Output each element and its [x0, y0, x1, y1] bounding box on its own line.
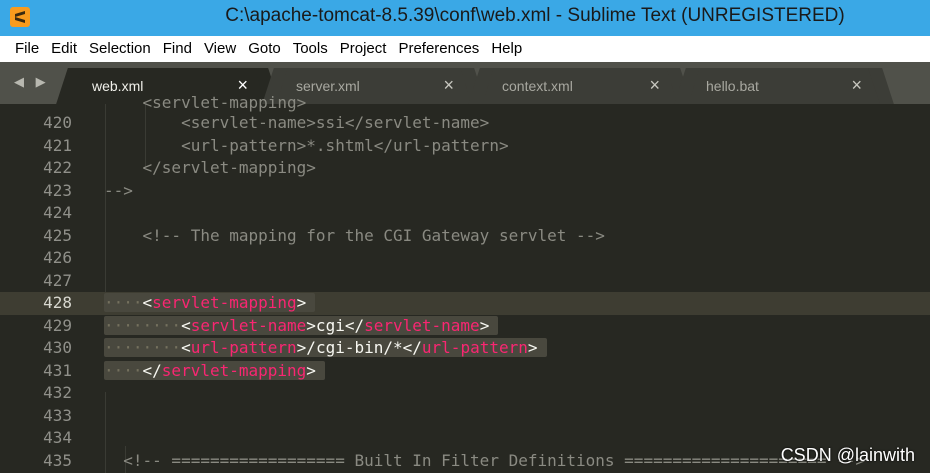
punct: < — [181, 315, 191, 335]
line-number: 423 — [43, 180, 72, 200]
code-text: ····</servlet-mapping> — [104, 360, 325, 383]
code-line: 422 </servlet-mapping> — [0, 157, 930, 180]
line-number: 433 — [43, 405, 72, 425]
menu-find[interactable]: Find — [157, 36, 198, 62]
menu-selection[interactable]: Selection — [83, 36, 157, 62]
line-number: 420 — [43, 113, 72, 132]
code-line: 430 ········<url-pattern>/cgi-bin/*</url… — [0, 337, 930, 360]
selection: ········<url-pattern>/cgi-bin/*</url-pat… — [104, 338, 547, 357]
code-line: 423 --> — [0, 180, 930, 203]
punct: > — [296, 293, 307, 312]
code-line-current: 428 ····<servlet-mapping> — [0, 292, 930, 315]
code-line: 426 — [0, 247, 930, 270]
line-number: 431 — [43, 360, 72, 380]
whitespace-dots: ···· — [104, 293, 143, 312]
watermark: CSDN @lainwith — [780, 445, 915, 465]
code-line: 431 ····</servlet-mapping> — [0, 360, 930, 383]
menu-edit[interactable]: Edit — [45, 36, 83, 62]
line-number: 435 — [43, 450, 72, 470]
tag-name: servlet-name — [364, 315, 480, 335]
code-text: <!-- ================== Built In Filter … — [104, 450, 865, 470]
selection: ····</servlet-mapping> — [104, 360, 325, 380]
tag-content: >cgi</ — [306, 315, 365, 335]
tag-name: url-pattern — [190, 338, 297, 357]
punct: > — [306, 360, 316, 380]
menu-file[interactable]: File — [0, 36, 45, 62]
code-editor[interactable]: <servlet-mapping> 420 <servlet-name>ssi<… — [0, 93, 930, 473]
code-text: <url-pattern>*.shtml</url-pattern> — [104, 135, 509, 155]
code-line: 421 <url-pattern>*.shtml</url-pattern> — [0, 135, 930, 158]
selection: ····<servlet-mapping> — [104, 293, 316, 312]
line-number: 424 — [43, 203, 72, 222]
line-number: 430 — [43, 338, 72, 357]
code-text: </servlet-mapping> — [104, 158, 316, 177]
line-number: 422 — [43, 158, 72, 177]
tag-content: >/cgi-bin/*</ — [296, 338, 422, 357]
code-text: ········<servlet-name>cgi</servlet-name> — [104, 315, 499, 338]
selection: ········<servlet-name>cgi</servlet-name> — [104, 315, 499, 335]
menu-preferences[interactable]: Preferences — [392, 36, 485, 62]
line-number: 432 — [43, 383, 72, 402]
whitespace-dots: ········ — [104, 338, 182, 357]
punct: > — [479, 315, 490, 335]
code-line: 425 <!-- The mapping for the CGI Gateway… — [0, 225, 930, 248]
line-number: 427 — [43, 270, 72, 290]
code-text: <servlet-name>ssi</servlet-name> — [104, 113, 490, 132]
whitespace-dots: ···· — [104, 360, 143, 380]
punct: < — [142, 293, 153, 312]
line-number: 429 — [43, 315, 72, 335]
tab-nav-arrows-icon[interactable]: ◀ ▶ — [14, 74, 50, 90]
menu-help[interactable]: Help — [485, 36, 528, 62]
menu-view[interactable]: View — [198, 36, 242, 62]
window-title: C:\apache-tomcat-8.5.39\conf\web.xml - S… — [225, 5, 845, 26]
tag-name: servlet-name — [190, 315, 307, 335]
code-line: 432 — [0, 382, 930, 405]
code-line: 420 <servlet-name>ssi</servlet-name> — [0, 112, 930, 135]
tag-name: url-pattern — [421, 338, 528, 357]
tag-name: servlet-mapping — [161, 360, 307, 380]
code-text: <!-- The mapping for the CGI Gateway ser… — [104, 225, 605, 245]
code-line: 433 — [0, 405, 930, 428]
code-line: 429 ········<servlet-name>cgi</servlet-n… — [0, 315, 930, 338]
line-number: 434 — [43, 428, 72, 447]
menu-tools[interactable]: Tools — [287, 36, 334, 62]
code-text: ········<url-pattern>/cgi-bin/*</url-pat… — [104, 337, 547, 360]
menu-bar: File Edit Selection Find View Goto Tools… — [0, 36, 930, 62]
whitespace-dots: ········ — [104, 315, 182, 335]
title-bar: C:\apache-tomcat-8.5.39\conf\web.xml - S… — [0, 0, 930, 36]
line-number: 425 — [43, 225, 72, 245]
code-line: 424 — [0, 202, 930, 225]
punct: > — [527, 338, 538, 357]
menu-goto[interactable]: Goto — [242, 36, 287, 62]
menu-project[interactable]: Project — [334, 36, 393, 62]
line-number: 428 — [43, 293, 72, 312]
punct: </ — [142, 360, 162, 380]
code-line: 427 — [0, 270, 930, 293]
line-number: 426 — [43, 248, 72, 267]
code-text: --> — [104, 180, 133, 200]
code-text: ····<servlet-mapping> — [104, 292, 316, 315]
line-number: 421 — [43, 135, 72, 155]
tag-name: servlet-mapping — [152, 293, 297, 312]
punct: < — [181, 338, 191, 357]
